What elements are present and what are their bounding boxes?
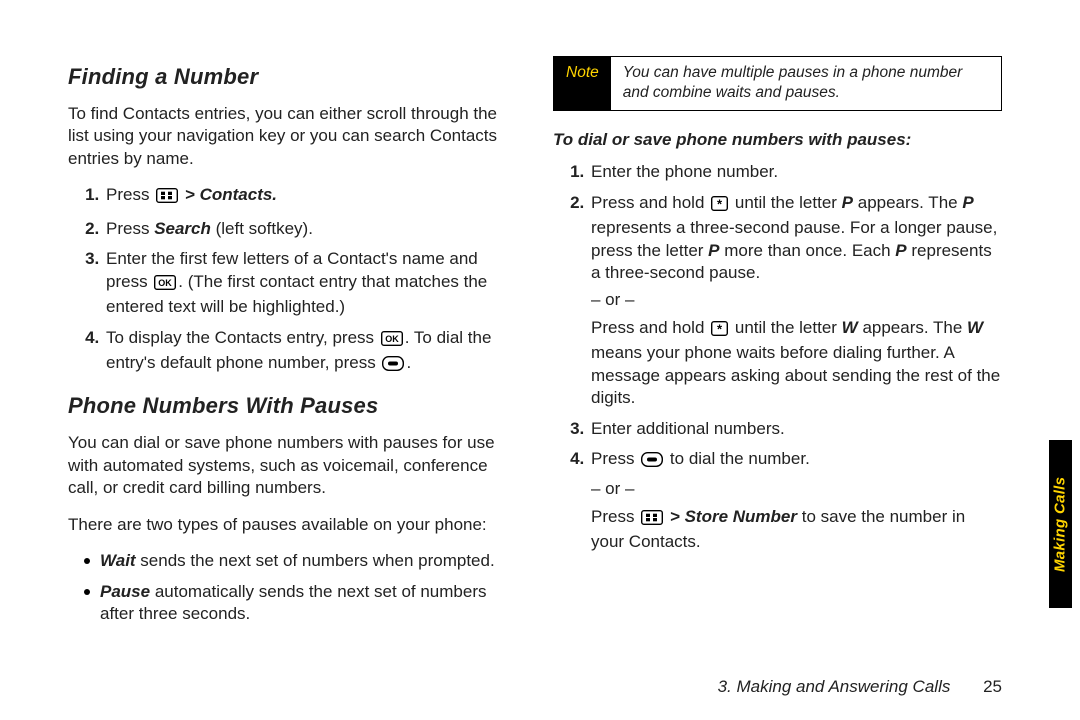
text: Press	[106, 185, 154, 204]
text: appears. The	[862, 318, 967, 337]
pauses-steps: Enter the phone number. Press and hold u…	[553, 161, 1002, 554]
finding-step-4: To display the Contacts entry, press . T…	[104, 327, 517, 378]
pauses-step-4: Press to dial the number. – or – Press >…	[589, 448, 1002, 554]
text: (left softkey).	[211, 219, 313, 238]
side-tab: Making Calls	[1049, 440, 1072, 608]
right-column: Note You can have multiple pauses in a p…	[553, 54, 1002, 634]
note-label: Note	[554, 57, 611, 110]
search-softkey-label: Search	[154, 219, 211, 238]
content-columns: Finding a Number To find Contacts entrie…	[0, 0, 1080, 634]
contacts-path: > Contacts.	[185, 185, 277, 204]
pause-types-list: Wait sends the next set of numbers when …	[68, 550, 517, 625]
text: Press	[106, 219, 154, 238]
text: automatically sends the next set of numb…	[100, 582, 487, 623]
heading-finding-a-number: Finding a Number	[68, 62, 517, 91]
letter-w: W	[842, 318, 858, 337]
store-number-path: > Store Number	[670, 507, 797, 526]
wait-item: Wait sends the next set of numbers when …	[86, 550, 517, 572]
letter-p: P	[842, 193, 853, 212]
or-separator: – or –	[591, 289, 1002, 311]
text: more than once. Each	[724, 241, 895, 260]
text: to dial the number.	[670, 449, 810, 468]
star-key-icon	[711, 195, 728, 217]
text: Press and hold	[591, 318, 709, 337]
finding-step-3: Enter the first few letters of a Contact…	[104, 248, 517, 318]
text: .	[406, 353, 411, 372]
left-column: Finding a Number To find Contacts entrie…	[68, 54, 517, 634]
page-footer: 3. Making and Answering Calls 25	[718, 676, 1002, 698]
procedure-heading: To dial or save phone numbers with pause…	[553, 129, 1002, 151]
text: means your phone waits before dialing fu…	[591, 343, 1000, 407]
pauses-step-3: Enter additional numbers.	[589, 418, 1002, 440]
page-number: 25	[983, 677, 1002, 696]
note-box: Note You can have multiple pauses in a p…	[553, 56, 1002, 111]
wait-label: Wait	[100, 551, 136, 570]
star-key-icon	[711, 320, 728, 342]
pauses-intro: You can dial or save phone numbers with …	[68, 432, 517, 499]
letter-w: W	[967, 318, 983, 337]
menu-key-icon	[156, 187, 178, 209]
pause-label: Pause	[100, 582, 150, 601]
letter-p: P	[895, 241, 906, 260]
menu-key-icon	[641, 509, 663, 531]
or-separator: – or –	[591, 478, 1002, 500]
pause-item: Pause automatically sends the next set o…	[86, 581, 517, 626]
letter-p: P	[962, 193, 973, 212]
text: until the letter	[735, 318, 842, 337]
pauses-step-2: Press and hold until the letter P appear…	[589, 192, 1002, 410]
section-title: 3. Making and Answering Calls	[718, 677, 951, 696]
text: Press	[591, 507, 639, 526]
letter-p: P	[708, 241, 719, 260]
call-key-icon	[641, 451, 663, 473]
text: Enter the phone number.	[591, 162, 778, 181]
text: Press and hold	[591, 193, 709, 212]
finding-intro: To find Contacts entries, you can either…	[68, 103, 517, 170]
note-text: You can have multiple pauses in a phone …	[611, 57, 1001, 110]
heading-phone-numbers-with-pauses: Phone Numbers With Pauses	[68, 391, 517, 420]
text: Press	[591, 449, 639, 468]
text: To display the Contacts entry, press	[106, 328, 379, 347]
ok-key-icon	[381, 330, 403, 352]
text: until the letter	[735, 193, 842, 212]
ok-key-icon	[154, 274, 176, 296]
finding-step-2: Press Search (left softkey).	[104, 218, 517, 240]
finding-step-1: Press > Contacts.	[104, 184, 517, 209]
text: Enter additional numbers.	[591, 419, 785, 438]
pauses-step-1: Enter the phone number.	[589, 161, 1002, 183]
finding-steps: Press > Contacts. Press Search (left sof…	[68, 184, 517, 377]
text: sends the next set of numbers when promp…	[136, 551, 495, 570]
manual-page: Finding a Number To find Contacts entrie…	[0, 0, 1080, 720]
call-key-icon	[382, 355, 404, 377]
pauses-types-lead: There are two types of pauses available …	[68, 514, 517, 536]
text: appears. The	[858, 193, 963, 212]
